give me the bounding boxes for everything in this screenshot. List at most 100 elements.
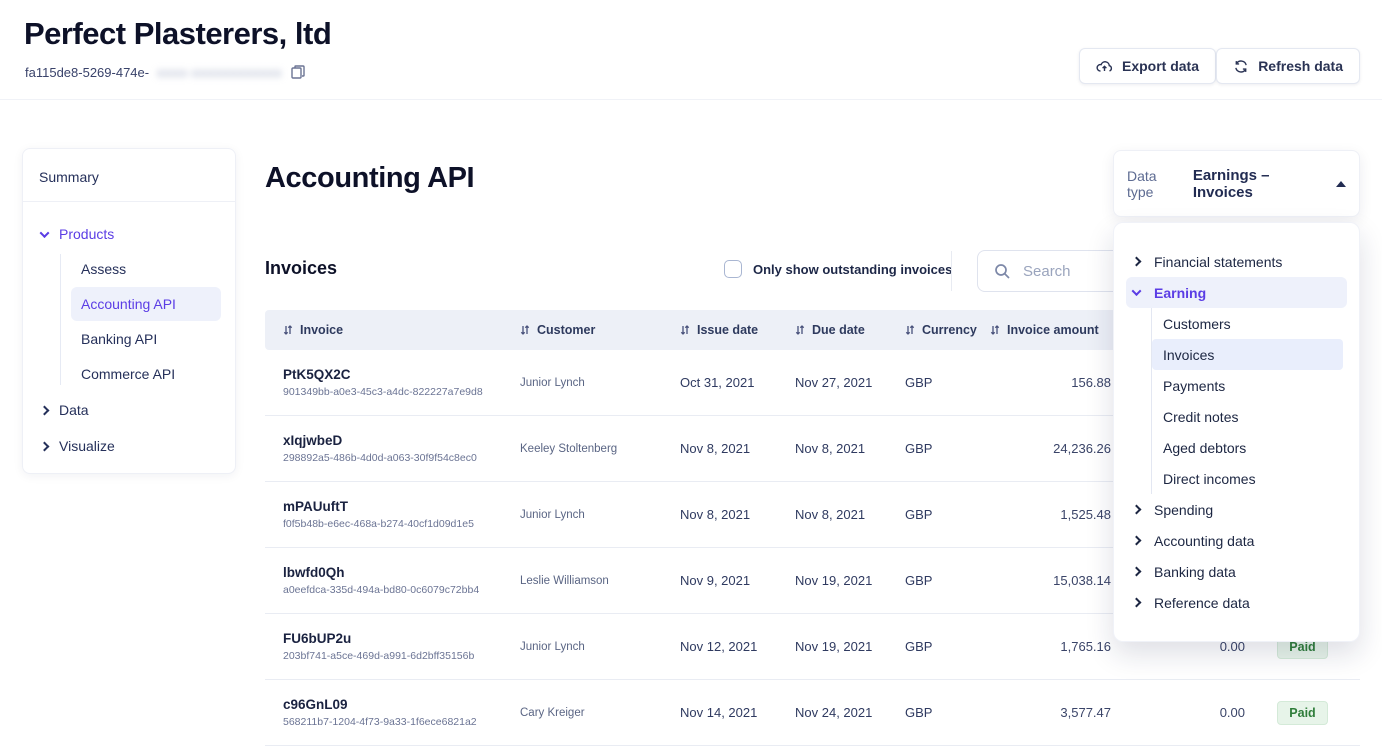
chevron-right-icon xyxy=(1132,256,1142,266)
page-header: Perfect Plasterers, ltd fa115de8-5269-47… xyxy=(0,0,1382,100)
outstanding-filter-label: Only show outstanding invoices xyxy=(753,262,952,277)
currency: GBP xyxy=(905,441,990,456)
customer-name: Keeley Stoltenberg xyxy=(520,443,680,455)
invoice-uuid: 298892a5-486b-4d0d-a063-30f9f54c8ec0 xyxy=(283,452,520,464)
due-date: Nov 24, 2021 xyxy=(795,705,905,720)
invoice-amount: 15,038.14 xyxy=(990,573,1113,588)
invoice-code: xIqjwbeD xyxy=(283,433,520,448)
sidebar-item-commerce-api[interactable]: Commerce API xyxy=(71,357,221,391)
column-header-currency[interactable]: Currency xyxy=(905,323,990,337)
column-header-customer[interactable]: Customer xyxy=(520,323,680,337)
column-header-invoice[interactable]: Invoice xyxy=(265,323,520,337)
sort-icon xyxy=(283,324,293,336)
issue-date: Nov 8, 2021 xyxy=(680,441,795,456)
menu-item-invoices[interactable]: Invoices xyxy=(1152,339,1343,370)
refresh-data-label: Refresh data xyxy=(1258,58,1343,74)
page-title: Perfect Plasterers, ltd xyxy=(24,16,331,52)
due-date: Nov 27, 2021 xyxy=(795,375,905,390)
sidebar-products-label: Products xyxy=(59,226,114,242)
menu-item-credit-notes[interactable]: Credit notes xyxy=(1152,401,1343,432)
due-date: Nov 8, 2021 xyxy=(795,507,905,522)
menu-item-direct-incomes[interactable]: Direct incomes xyxy=(1152,463,1343,494)
chevron-right-icon xyxy=(1132,504,1142,514)
sort-icon xyxy=(905,324,915,336)
sidebar-item-data[interactable]: Data xyxy=(37,392,221,428)
sidebar: Summary Products Assess Accounting API B… xyxy=(22,148,236,474)
sidebar-item-accounting-api[interactable]: Accounting API xyxy=(71,287,221,321)
sort-icon xyxy=(680,324,690,336)
sidebar-visualize-label: Visualize xyxy=(59,438,115,454)
invoice-code: FU6bUP2u xyxy=(283,631,520,646)
copy-icon[interactable] xyxy=(290,64,306,80)
refresh-icon xyxy=(1233,59,1249,74)
column-header-issue-date[interactable]: Issue date xyxy=(680,323,795,337)
menu-item-spending[interactable]: Spending xyxy=(1114,494,1359,525)
menu-item-aged-debtors[interactable]: Aged debtors xyxy=(1152,432,1343,463)
invoice-amount: 24,236.26 xyxy=(990,441,1113,456)
chevron-right-icon xyxy=(40,405,50,415)
chevron-right-icon xyxy=(1132,566,1142,576)
menu-item-banking-data[interactable]: Banking data xyxy=(1114,556,1359,587)
amount-due: 0.00 xyxy=(1113,705,1245,720)
invoice-uuid: f0f5b48b-e6ec-468a-b274-40cf1d09d1e5 xyxy=(283,518,520,530)
invoice-uuid: 203bf741-a5ce-469d-a991-6d2bff35156b xyxy=(283,650,520,662)
outstanding-filter[interactable]: Only show outstanding invoices xyxy=(724,260,952,278)
export-data-label: Export data xyxy=(1122,58,1199,74)
sidebar-item-visualize[interactable]: Visualize xyxy=(37,428,221,464)
invoice-amount: 156.88 xyxy=(990,375,1113,390)
sidebar-item-products[interactable]: Products xyxy=(37,216,221,252)
invoice-code: c96GnL09 xyxy=(283,697,520,712)
refresh-data-button[interactable]: Refresh data xyxy=(1216,48,1360,84)
menu-item-accounting-data[interactable]: Accounting data xyxy=(1114,525,1359,556)
column-header-due-date[interactable]: Due date xyxy=(795,323,905,337)
sort-icon xyxy=(990,324,1000,336)
due-date: Nov 19, 2021 xyxy=(795,573,905,588)
sidebar-item-assess[interactable]: Assess xyxy=(71,252,221,286)
invoice-code: lbwfd0Qh xyxy=(283,565,520,580)
customer-name: Junior Lynch xyxy=(520,641,680,653)
data-type-menu: Financial statements Earning Customers I… xyxy=(1113,222,1360,642)
sidebar-item-summary[interactable]: Summary xyxy=(23,149,235,201)
issue-date: Oct 31, 2021 xyxy=(680,375,795,390)
menu-item-customers[interactable]: Customers xyxy=(1152,308,1343,339)
currency: GBP xyxy=(905,639,990,654)
issue-date: Nov 14, 2021 xyxy=(680,705,795,720)
outstanding-checkbox[interactable] xyxy=(724,260,742,278)
cloud-export-icon xyxy=(1096,59,1113,74)
invoice-amount: 3,577.47 xyxy=(990,705,1113,720)
chevron-down-icon xyxy=(40,228,50,238)
controls-divider xyxy=(951,251,952,291)
due-date: Nov 19, 2021 xyxy=(795,639,905,654)
sidebar-indent-line xyxy=(60,254,61,385)
currency: GBP xyxy=(905,507,990,522)
data-type-label: Data type xyxy=(1127,168,1183,200)
invoice-code: PtK5QX2C xyxy=(283,367,520,382)
export-data-button[interactable]: Export data xyxy=(1079,48,1216,84)
menu-item-earning[interactable]: Earning xyxy=(1126,277,1347,308)
currency: GBP xyxy=(905,573,990,588)
chevron-right-icon xyxy=(1132,535,1142,545)
customer-name: Junior Lynch xyxy=(520,377,680,389)
due-date: Nov 8, 2021 xyxy=(795,441,905,456)
company-id-masked: xxxx-xxxxxxxxxxxx xyxy=(157,65,282,80)
table-row[interactable]: c96GnL09 568211b7-1204-4f73-9a33-1f6ece68… xyxy=(265,680,1360,746)
sort-icon xyxy=(520,324,530,336)
search-icon xyxy=(994,263,1011,280)
data-type-selector[interactable]: Data type Earnings – Invoices xyxy=(1113,150,1360,217)
sidebar-products-sublist: Assess Accounting API Banking API Commer… xyxy=(49,252,221,391)
sidebar-item-banking-api[interactable]: Banking API xyxy=(71,322,221,356)
data-type-value: Earnings – Invoices xyxy=(1193,167,1324,201)
invoice-amount: 1,765.16 xyxy=(990,639,1113,654)
invoice-uuid: 568211b7-1204-4f73-9a33-1f6ece6821a2 xyxy=(283,716,520,728)
invoice-code: mPAUuftT xyxy=(283,499,520,514)
currency: GBP xyxy=(905,375,990,390)
menu-item-reference-data[interactable]: Reference data xyxy=(1114,587,1359,618)
column-header-invoice-amount[interactable]: Invoice amount xyxy=(990,323,1113,337)
sort-icon xyxy=(795,324,805,336)
invoices-section-title: Invoices xyxy=(265,258,337,279)
company-id: fa115de8-5269-474e- xxxx-xxxxxxxxxxxx xyxy=(25,64,306,80)
customer-name: Cary Kreiger xyxy=(520,707,680,719)
menu-item-financial-statements[interactable]: Financial statements xyxy=(1114,246,1359,277)
customer-name: Leslie Williamson xyxy=(520,575,680,587)
menu-item-payments[interactable]: Payments xyxy=(1152,370,1343,401)
